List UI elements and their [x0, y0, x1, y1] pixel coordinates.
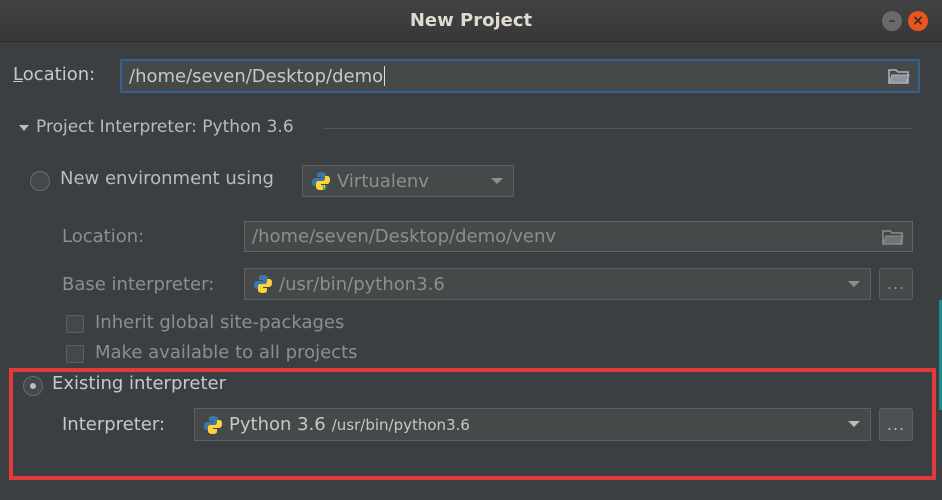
- venv-location-label: Location:: [62, 226, 145, 247]
- location-label-rest: ocation:: [22, 64, 96, 85]
- project-location-value: /home/seven/Desktop/demo: [129, 65, 384, 87]
- project-location-input[interactable]: /home/seven/Desktop/demo: [120, 59, 920, 93]
- base-interpreter-select[interactable]: /usr/bin/python3.6: [244, 268, 871, 300]
- python-icon: [254, 275, 272, 293]
- venv-location-input[interactable]: /home/seven/Desktop/demo/venv: [244, 221, 913, 252]
- existing-interpreter-radio[interactable]: [23, 376, 43, 396]
- interpreter-path: /usr/bin/python3.6: [331, 415, 470, 434]
- window-title: New Project: [409, 10, 533, 31]
- chevron-down-icon: [848, 421, 860, 427]
- location-mnemonic: L: [13, 64, 23, 85]
- text-caret: [384, 66, 386, 86]
- section-divider: [323, 128, 913, 129]
- chevron-down-icon: [848, 281, 860, 287]
- base-interpreter-value: /usr/bin/python3.6: [279, 273, 445, 295]
- dialog-content: Location: /home/seven/Desktop/demo Proje…: [0, 42, 942, 500]
- title-bar: New Project – ×: [0, 0, 942, 42]
- make-available-checkbox[interactable]: [66, 345, 84, 363]
- close-icon[interactable]: ×: [908, 11, 928, 31]
- folder-icon[interactable]: [888, 67, 910, 85]
- environment-tool-value: Virtualenv: [337, 170, 429, 192]
- interpreter-browse-button[interactable]: ...: [879, 408, 913, 441]
- python-icon: [204, 415, 222, 434]
- expand-triangle-icon[interactable]: [19, 125, 29, 131]
- svg-text:v: v: [322, 183, 328, 191]
- minimize-icon[interactable]: –: [882, 11, 902, 31]
- new-environment-radio[interactable]: [30, 171, 50, 191]
- inherit-packages-label[interactable]: Inherit global site-packages: [95, 312, 344, 333]
- base-interpreter-label: Base interpreter:: [62, 274, 215, 295]
- inherit-packages-checkbox[interactable]: [66, 315, 84, 333]
- project-location-label: Location:: [13, 64, 95, 85]
- environment-tool-select[interactable]: v Virtualenv: [302, 165, 514, 197]
- virtualenv-icon: v: [312, 172, 330, 191]
- interpreter-section-title[interactable]: Project Interpreter: Python 3.6: [36, 117, 294, 137]
- interpreter-name: Python 3.6: [229, 414, 326, 435]
- chevron-down-icon: [491, 178, 503, 184]
- existing-interpreter-label[interactable]: Existing interpreter: [52, 373, 226, 394]
- venv-location-value: /home/seven/Desktop/demo/venv: [252, 226, 557, 247]
- base-interpreter-browse-button[interactable]: ...: [879, 268, 913, 300]
- folder-icon[interactable]: [882, 228, 904, 246]
- interpreter-label: Interpreter:: [62, 414, 166, 435]
- interpreter-select[interactable]: Python 3.6 /usr/bin/python3.6: [194, 408, 871, 441]
- new-environment-label[interactable]: New environment using: [60, 168, 274, 189]
- make-available-label[interactable]: Make available to all projects: [95, 342, 358, 363]
